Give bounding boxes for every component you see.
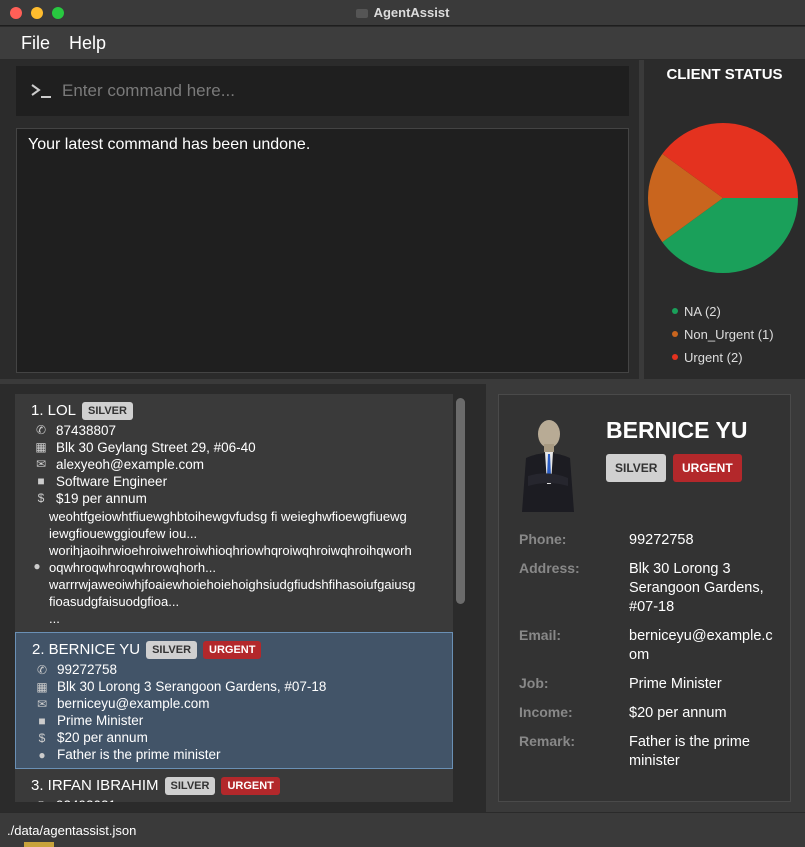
detail-remark: Father is the prime minister [629, 734, 750, 769]
result-display: Your latest command has been undone. [16, 128, 629, 373]
briefcase-icon: ■ [37, 474, 45, 488]
dollar-icon: $ [37, 491, 45, 505]
detail-email-label: Email: [519, 627, 562, 643]
detail-phone: 99272758 [629, 532, 694, 548]
phone-icon: ✆ [35, 423, 47, 437]
client-address: Blk 30 Geylang Street 29, #06-40 [56, 440, 256, 455]
building-icon: ▦ [35, 440, 47, 454]
client-phone: 99272758 [57, 662, 118, 677]
client-job: Software Engineer [56, 474, 168, 489]
tag-silver: SILVER [164, 777, 216, 795]
tag-urgent: URGENT [221, 777, 280, 795]
email-icon: ✉ [36, 697, 48, 711]
client-header: 3. IRFAN IBRAHIM SILVER URGENT [31, 777, 280, 795]
detail-remark-label: Remark: [519, 733, 576, 749]
detail-income: $20 per annum [629, 705, 727, 721]
legend-dot-non-urgent [672, 331, 678, 337]
menu-file[interactable]: File [21, 33, 50, 54]
detail-address-label: Address: [519, 560, 580, 576]
speech-bubble-icon: ● [33, 559, 41, 573]
detail-email: berniceyu@example.com [629, 628, 773, 663]
phone-icon: ✆ [35, 800, 47, 802]
tag-silver: SILVER [82, 402, 133, 420]
detail-name: BERNICE YU [606, 417, 748, 443]
legend-dot-urgent [672, 354, 678, 360]
client-list-scrollbar[interactable] [456, 398, 465, 604]
dollar-icon: $ [38, 731, 46, 745]
speech-bubble-icon: ● [38, 748, 46, 762]
client-card-3[interactable]: 3. IRFAN IBRAHIMSILVERURGENT ✆ 92492021 [15, 769, 453, 802]
window-title: AgentAssist [0, 5, 805, 20]
client-list[interactable]: 1. LOL SILVER ✆ 87438807 ▦ Blk 30 Geylang… [15, 394, 453, 802]
detail-job: Prime Minister [629, 676, 722, 692]
client-remark: weohtfgeiowhtfiuewghbtoihewgvfudsg fi we… [49, 509, 416, 626]
client-income: $20 per annum [57, 730, 148, 745]
tag-silver: SILVER [146, 641, 198, 659]
status-accent [24, 842, 54, 847]
status-bar: ./data/agentassist.json [0, 812, 805, 847]
tag-urgent: URGENT [203, 641, 262, 659]
client-card-1[interactable]: 1. LOL SILVER ✆ 87438807 ▦ Blk 30 Geylang… [15, 394, 453, 632]
client-status-title: CLIENT STATUS [666, 66, 783, 83]
client-avatar [522, 420, 574, 512]
detail-address: Blk 30 Lorong 3 Serangoon Gardens, #07-1… [629, 561, 764, 615]
client-income: $19 per annum [56, 491, 147, 506]
detail-phone-label: Phone: [519, 531, 567, 547]
client-address: Blk 30 Lorong 3 Serangoon Gardens, #07-1… [57, 679, 327, 694]
terminal-prompt-icon [31, 84, 51, 98]
menu-help[interactable]: Help [69, 33, 106, 54]
detail-tag-silver: SILVER [606, 454, 667, 482]
command-input[interactable] [62, 79, 612, 103]
briefcase-icon: ■ [38, 714, 46, 728]
client-header: 1. LOL SILVER [31, 402, 133, 420]
client-phone: 87438807 [56, 423, 117, 438]
detail-job-label: Job: [519, 675, 549, 691]
client-phone: 92492021 [56, 798, 116, 802]
detail-tag-urgent: URGENT [673, 454, 742, 482]
building-icon: ▦ [36, 680, 48, 694]
client-header: 2. BERNICE YU SILVER URGENT [32, 641, 262, 659]
app-icon [355, 9, 368, 18]
detail-income-label: Income: [519, 704, 573, 720]
legend-dot-na [672, 308, 678, 314]
client-status-pie-chart [648, 123, 798, 273]
client-email: berniceyu@example.com [57, 696, 210, 711]
result-message: Your latest command has been undone. [28, 136, 311, 153]
client-remark: Father is the prime minister [57, 747, 221, 762]
client-email: alexyeoh@example.com [56, 457, 205, 472]
menu-bar: File Help [0, 27, 805, 60]
client-card-2[interactable]: 2. BERNICE YU SILVER URGENT ✆ 99272758 ▦ B… [15, 632, 453, 769]
panel-divider-vertical[interactable] [639, 60, 644, 380]
status-file-path: ./data/agentassist.json [7, 823, 137, 838]
legend-item-non-urgent: Non_Urgent (1) [672, 327, 774, 342]
command-box [16, 66, 629, 116]
email-icon: ✉ [35, 457, 47, 471]
client-job: Prime Minister [57, 713, 144, 728]
legend-item-na: NA (2) [672, 304, 721, 319]
title-bar: AgentAssist [0, 0, 805, 26]
legend-item-urgent: Urgent (2) [672, 350, 743, 365]
phone-icon: ✆ [36, 663, 48, 677]
